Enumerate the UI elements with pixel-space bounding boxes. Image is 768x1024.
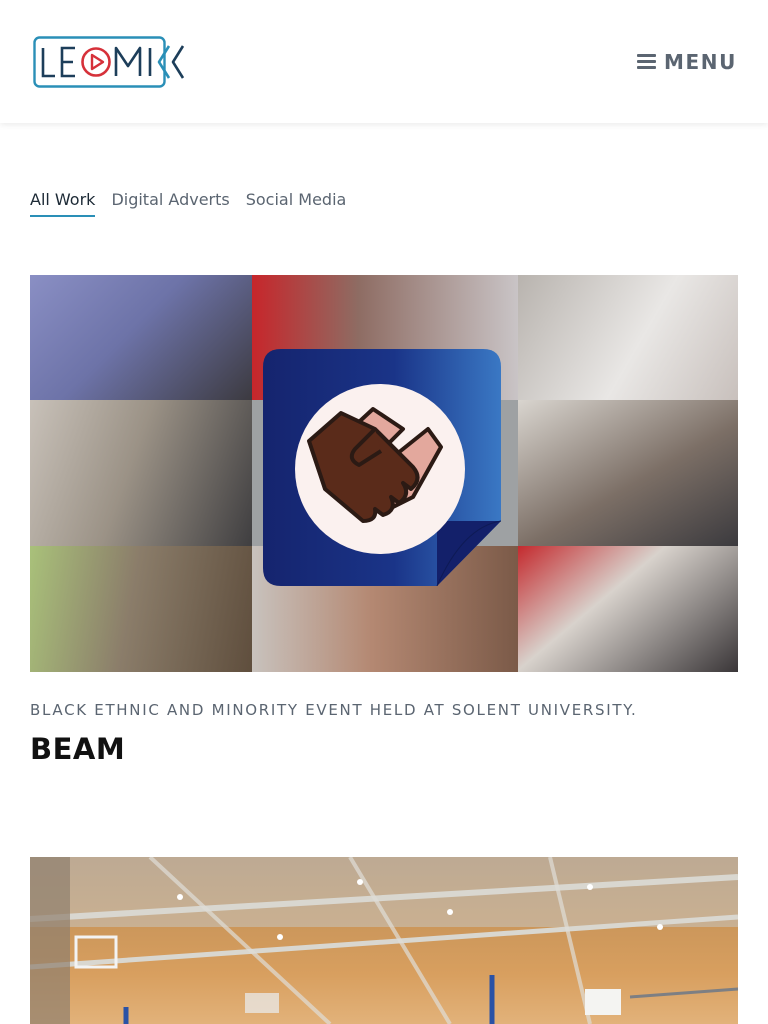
filter-social-media[interactable]: Social Media [246,190,347,217]
filter-all-work[interactable]: All Work [30,190,96,217]
project-tagline: Black Ethnic and Minority event held at … [30,701,638,719]
event-photo-attendee [518,275,738,400]
work-filter-tabs: All Work Digital Adverts Social Media [30,190,346,217]
filter-digital-adverts[interactable]: Digital Adverts [111,190,229,217]
sports-hall-photo [30,857,738,1024]
leomik-logo-mark [33,36,185,88]
menu-button[interactable]: MENU [637,49,737,75]
leomik-logo[interactable] [33,36,186,88]
project-thumbnail-beam[interactable] [30,275,738,672]
event-photo-networking [30,546,252,672]
event-photo-guests [30,400,252,546]
event-photo-discussion [518,400,738,546]
site-header: MENU [0,0,768,123]
project-title[interactable]: BEAM [30,732,125,766]
handshake-icon [263,349,501,586]
project-thumbnail-sports-hall[interactable] [30,857,738,1024]
event-photo-speaker [30,275,252,400]
event-photo-presenter [518,546,738,672]
hamburger-icon [637,54,657,70]
menu-label: MENU [664,50,737,74]
